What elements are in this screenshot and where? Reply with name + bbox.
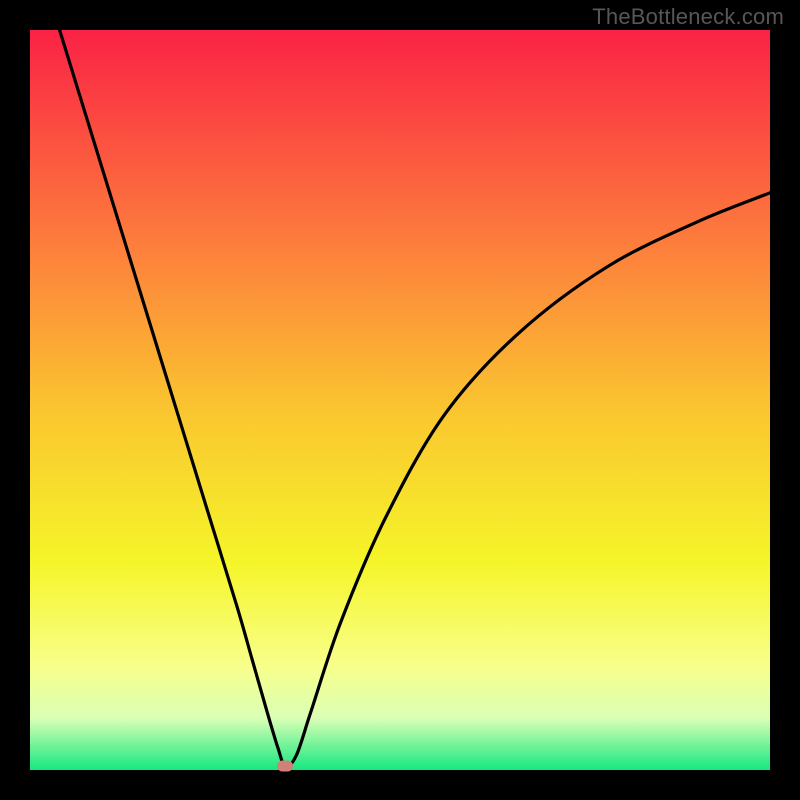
plot-area <box>30 30 770 770</box>
chart-frame: TheBottleneck.com <box>0 0 800 800</box>
bottleneck-curve <box>30 30 770 770</box>
optimal-point-marker <box>277 761 293 772</box>
watermark-text: TheBottleneck.com <box>592 4 784 30</box>
